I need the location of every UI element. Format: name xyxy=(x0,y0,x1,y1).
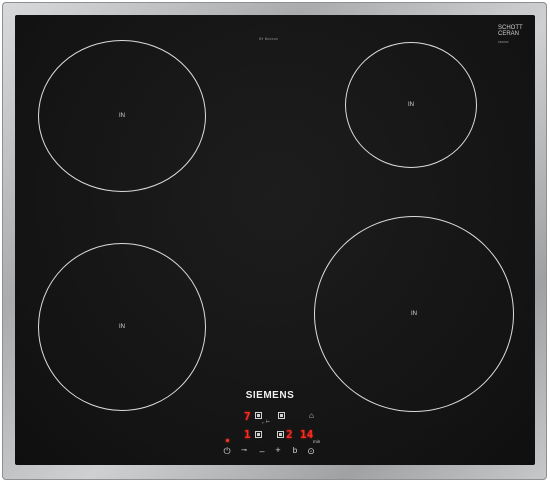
zone-label: IN xyxy=(411,311,417,317)
plus-button[interactable]: + xyxy=(272,445,284,455)
power-led xyxy=(226,439,229,442)
cooking-zone-top-left[interactable]: IN xyxy=(38,40,206,192)
zone-select-top-right[interactable] xyxy=(278,412,285,419)
zone-select-top-left[interactable] xyxy=(255,412,262,419)
siemens-logo: SIEMENS xyxy=(245,390,295,401)
timer-unit: min xyxy=(313,439,321,444)
ceran-text: CERAN xyxy=(498,31,520,37)
cooking-zone-bottom-left[interactable]: IN xyxy=(38,243,206,411)
timer-seconds-display: 14 xyxy=(300,428,314,441)
child-lock-button[interactable]: ⊸ xyxy=(238,446,250,456)
boost-button[interactable]: b xyxy=(289,446,301,456)
cooking-zone-top-right[interactable]: IN xyxy=(345,42,477,168)
hinge-icon: ⌐ xyxy=(262,420,265,425)
schott-ceran-logo: SCHOTT CERAN xxxxxx xyxy=(498,25,528,45)
zone-display-top-left: 7 xyxy=(244,410,251,423)
timer-button[interactable]: ⊙ xyxy=(305,446,317,456)
minus-button[interactable]: – xyxy=(256,446,268,456)
cooking-zone-bottom-right[interactable]: IN xyxy=(314,216,514,412)
zone-label: IN xyxy=(119,324,125,330)
bell-icon[interactable]: ⌂ xyxy=(309,411,314,421)
zone-label: IN xyxy=(119,113,125,119)
pan-icon: ⊢ xyxy=(266,419,270,424)
zone-display-bottom-left: 1 xyxy=(244,428,251,441)
power-button[interactable]: ⏻ xyxy=(221,446,233,456)
schott-subtext: xxxxxx xyxy=(498,40,509,44)
model-label: IH 6xxxxx xyxy=(259,36,279,41)
timer-minutes-display: 2 xyxy=(286,428,293,441)
zone-select-bottom-right[interactable] xyxy=(277,431,284,438)
zone-select-bottom-left[interactable] xyxy=(255,431,262,438)
zone-label: IN xyxy=(408,102,414,108)
